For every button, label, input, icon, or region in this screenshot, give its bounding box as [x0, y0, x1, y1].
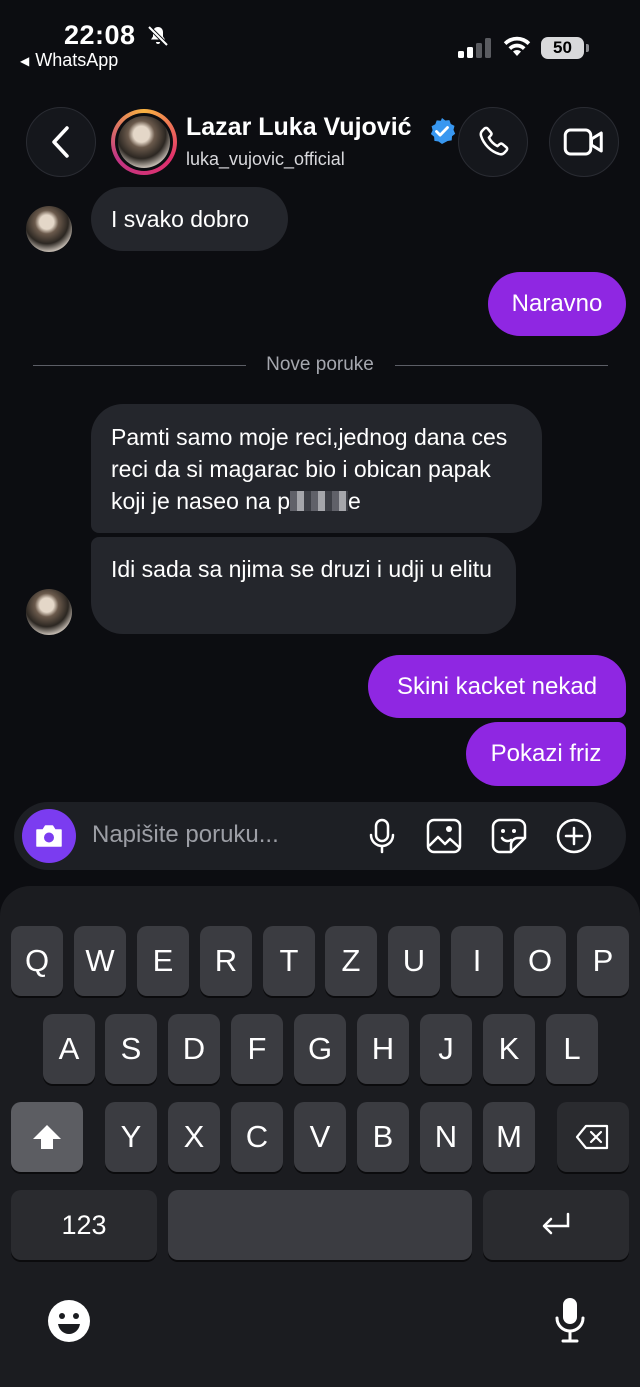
key-k[interactable]: K: [483, 1014, 535, 1084]
message-input[interactable]: Napišite poruku...: [92, 821, 279, 849]
key-d[interactable]: D: [168, 1014, 220, 1084]
back-app-label: WhatsApp: [35, 50, 119, 70]
key-v[interactable]: V: [294, 1102, 346, 1172]
outgoing-message[interactable]: Naravno: [488, 272, 626, 336]
new-messages-divider-label: Nove poruke: [266, 354, 374, 375]
video-call-button[interactable]: [549, 107, 619, 177]
wifi-icon: [503, 36, 531, 56]
censored-word: [290, 491, 349, 511]
status-time: 22:08: [64, 20, 136, 50]
battery-icon: 50: [541, 37, 589, 59]
key-e[interactable]: E: [137, 926, 189, 996]
microphone-icon[interactable]: [363, 817, 401, 855]
key-g[interactable]: G: [294, 1014, 346, 1084]
key-o[interactable]: O: [514, 926, 566, 996]
incoming-message[interactable]: Idi sada sa njima se druzi i udji u elit…: [91, 537, 516, 634]
sender-avatar[interactable]: [26, 589, 72, 635]
key-z[interactable]: Z: [325, 926, 377, 996]
back-triangle-icon: ◀: [20, 53, 30, 68]
dictation-microphone-icon[interactable]: [553, 1296, 587, 1344]
gallery-icon[interactable]: [425, 817, 463, 855]
key-s[interactable]: S: [105, 1014, 157, 1084]
incoming-message[interactable]: I svako dobro: [91, 187, 288, 251]
key-u[interactable]: U: [388, 926, 440, 996]
key-p[interactable]: P: [577, 926, 629, 996]
add-icon[interactable]: [555, 817, 593, 855]
message-text: Pokazi friz: [490, 740, 602, 767]
key-a[interactable]: A: [43, 1014, 95, 1084]
message-text: Skini kacket nekad: [396, 672, 598, 700]
contact-name[interactable]: Lazar Luka Vujović: [186, 113, 412, 142]
battery-level: 50: [553, 38, 572, 57]
key-q[interactable]: Q: [11, 926, 63, 996]
return-key[interactable]: [483, 1190, 629, 1260]
key-b[interactable]: B: [357, 1102, 409, 1172]
outgoing-message[interactable]: Skini kacket nekad: [368, 655, 626, 718]
voice-call-button[interactable]: [458, 107, 528, 177]
contact-handle: luka_vujovic_official: [186, 149, 345, 169]
phone-icon: [479, 126, 509, 156]
key-i[interactable]: I: [451, 926, 503, 996]
backspace-key[interactable]: [557, 1102, 629, 1172]
key-c[interactable]: C: [231, 1102, 283, 1172]
verified-badge-icon: [430, 118, 456, 144]
bell-muted-icon: [147, 25, 169, 47]
key-l[interactable]: L: [546, 1014, 598, 1084]
divider-line: [33, 365, 246, 366]
outgoing-message[interactable]: Pokazi friz: [466, 722, 626, 786]
backspace-icon: [575, 1124, 609, 1150]
cellular-signal-icon: [458, 38, 491, 58]
back-button[interactable]: [26, 107, 96, 177]
key-t[interactable]: T: [263, 926, 315, 996]
key-x[interactable]: X: [168, 1102, 220, 1172]
key-r[interactable]: R: [200, 926, 252, 996]
message-text: I svako dobro: [111, 206, 250, 232]
message-text: Naravno: [511, 290, 603, 317]
incoming-message[interactable]: Pamti samo moje reci,jednog dana ces rec…: [91, 404, 542, 533]
sticker-icon[interactable]: [490, 817, 528, 855]
key-w[interactable]: W: [74, 926, 126, 996]
key-y[interactable]: Y: [105, 1102, 157, 1172]
shift-key[interactable]: [11, 1102, 83, 1172]
shift-arrow-icon: [33, 1125, 61, 1149]
emoji-icon[interactable]: [46, 1298, 92, 1344]
key-h[interactable]: H: [357, 1014, 409, 1084]
camera-button[interactable]: [22, 809, 76, 863]
space-key[interactable]: [168, 1190, 472, 1260]
back-to-app-link[interactable]: ◀ WhatsApp: [20, 50, 118, 71]
sender-avatar[interactable]: [26, 206, 72, 252]
camera-icon: [36, 825, 62, 847]
divider-line: [395, 365, 608, 366]
key-f[interactable]: F: [231, 1014, 283, 1084]
key-m[interactable]: M: [483, 1102, 535, 1172]
chevron-left-icon: [52, 126, 69, 158]
numbers-key[interactable]: 123: [11, 1190, 157, 1260]
video-camera-icon: [563, 128, 603, 156]
message-text: Idi sada sa njima se druzi i udji u elit…: [111, 556, 492, 582]
return-arrow-icon: [542, 1212, 570, 1235]
contact-avatar[interactable]: [111, 109, 177, 175]
message-text-end: e: [348, 488, 361, 514]
key-n[interactable]: N: [420, 1102, 472, 1172]
key-j[interactable]: J: [420, 1014, 472, 1084]
